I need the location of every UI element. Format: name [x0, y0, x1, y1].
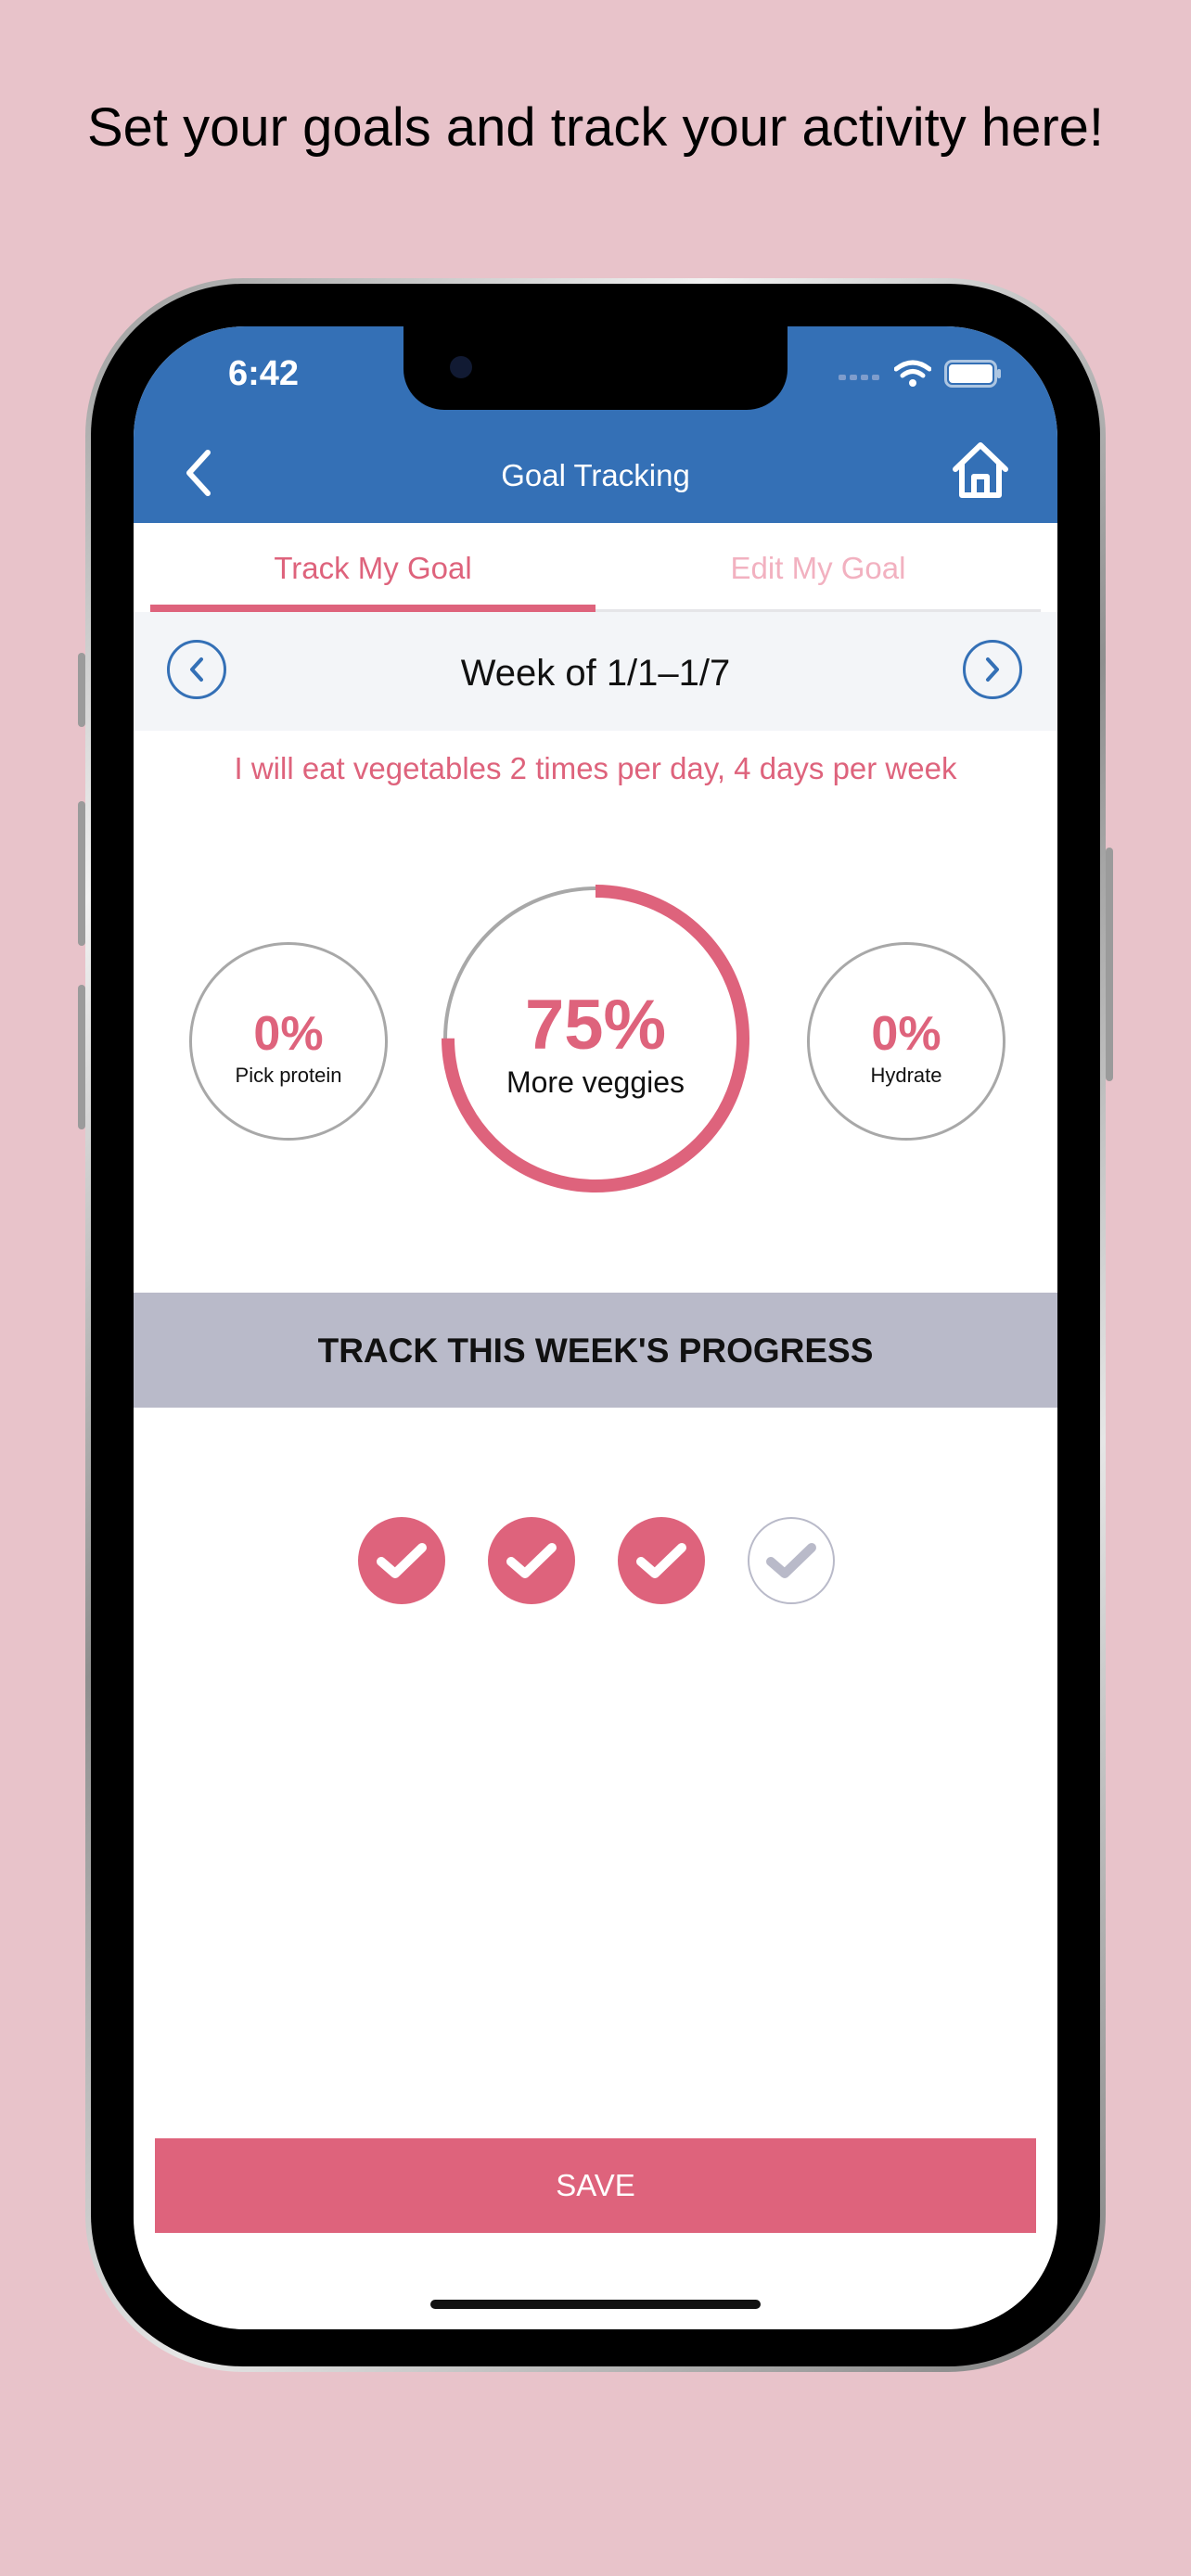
goal-circle-veggies: 75% More veggies [440, 883, 751, 1194]
day-check-3[interactable] [618, 1517, 705, 1604]
goal-statement: I will eat vegetables 2 times per day, 4… [234, 751, 957, 785]
day-check-2[interactable] [488, 1517, 575, 1604]
checkmark-icon [377, 1543, 427, 1578]
goal-label: Hydrate [870, 1064, 942, 1087]
progress-section-header: TRACK THIS WEEK'S PROGRESS [134, 1293, 1057, 1408]
notch [403, 326, 788, 410]
checkmark-icon [766, 1543, 816, 1578]
home-indicator [430, 2300, 761, 2309]
active-tab-indicator [150, 605, 596, 612]
silent-switch [78, 653, 85, 727]
checkmark-icon [636, 1543, 686, 1578]
status-icons [839, 360, 1002, 392]
page-title: Goal Tracking [501, 458, 690, 492]
goal-percent: 0% [253, 1007, 324, 1061]
goal-label: Pick protein [235, 1064, 342, 1087]
week-label: Week of 1/1–1/7 [460, 653, 731, 694]
camera-icon [450, 356, 472, 378]
promo-headline: Set your goals and track your activity h… [86, 97, 1105, 158]
goal-label: More veggies [506, 1065, 685, 1099]
day-check-4[interactable] [748, 1517, 835, 1604]
cellular-signal-icon [839, 367, 881, 385]
week-selector: Week of 1/1–1/7 [134, 612, 1057, 731]
tab-track-my-goal[interactable]: Track My Goal [150, 551, 596, 586]
navigation-bar: 6:42 Goal Tracking [134, 326, 1057, 523]
goal-circle-hydrate[interactable]: 0% Hydrate [807, 942, 1005, 1141]
volume-down-button [78, 985, 85, 1129]
checkmark-icon [506, 1543, 557, 1578]
status-time: 6:42 [228, 354, 300, 393]
goal-percent: 75% [524, 986, 667, 1065]
power-button [1106, 848, 1113, 1081]
app-screen: 6:42 Goal Tracking Track My Goal Edit My… [134, 326, 1057, 2329]
day-checklist [358, 1517, 835, 1604]
battery-icon [944, 360, 1002, 392]
goal-circle-protein[interactable]: 0% Pick protein [189, 942, 388, 1141]
day-check-1[interactable] [358, 1517, 445, 1604]
save-button[interactable]: SAVE [155, 2138, 1036, 2233]
tab-bar: Track My Goal Edit My Goal [150, 523, 1041, 612]
progress-section-title: TRACK THIS WEEK'S PROGRESS [317, 1332, 874, 1370]
goal-percent: 0% [871, 1007, 941, 1061]
next-week-button[interactable] [963, 640, 1022, 699]
chevron-right-icon [986, 657, 999, 682]
volume-up-button [78, 801, 85, 946]
home-button[interactable] [948, 438, 1013, 507]
home-icon [953, 442, 1008, 498]
tab-edit-my-goal[interactable]: Edit My Goal [596, 551, 1041, 586]
wifi-icon [893, 360, 932, 392]
